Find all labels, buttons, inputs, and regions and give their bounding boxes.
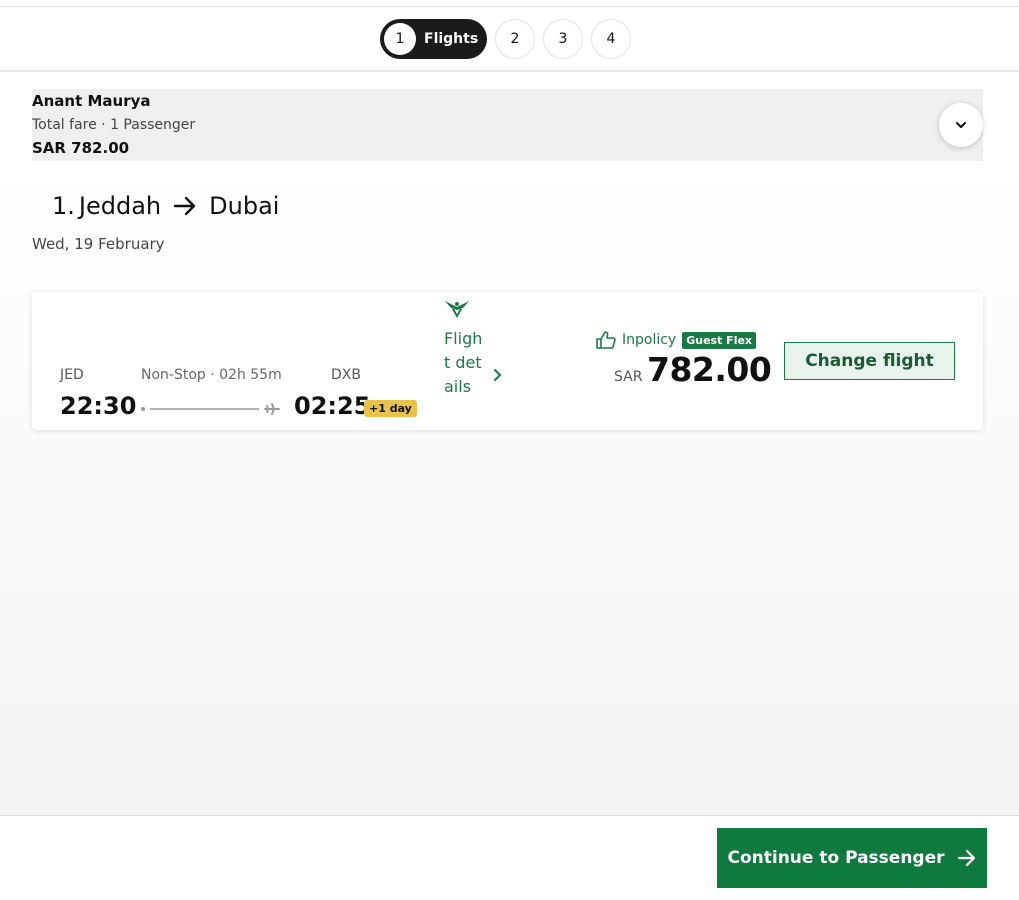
flight-card: JED 22:30 Non-Stop · 02h 55m DXB 02:25 +… (32, 292, 983, 430)
arrival-code: DXB (331, 367, 361, 383)
step-3[interactable]: 3 (543, 19, 583, 59)
continue-button[interactable]: Continue to Passenger (717, 828, 987, 888)
steps: 1 Flights 2 3 4 (380, 19, 639, 59)
flight-price: 782.00 (647, 350, 772, 389)
policy-indicator: Inpolicy Guest Flex (596, 331, 757, 349)
thumbs-up-icon (596, 331, 616, 349)
step-progress-bar: 1 Flights 2 3 4 (0, 7, 1019, 72)
total-fare: SAR 782.00 (32, 139, 130, 157)
route-destination: Dubai (209, 192, 280, 220)
flight-details-link[interactable]: Flight details (444, 327, 488, 399)
step-2[interactable]: 2 (495, 19, 535, 59)
fare-summary: Anant Maurya Total fare · 1 Passenger SA… (32, 89, 983, 161)
step-flights[interactable]: 1 Flights (380, 19, 487, 59)
change-flight-button[interactable]: Change flight (784, 342, 955, 380)
arrow-right-icon (173, 195, 197, 217)
chevron-right-icon[interactable] (492, 368, 504, 382)
route-origin: Jeddah (78, 192, 162, 220)
arrow-right-icon (957, 849, 977, 867)
passenger-name: Anant Maurya (32, 92, 151, 110)
continue-label: Continue to Passenger (727, 848, 945, 868)
route-title: 1. Jeddah Dubai (52, 192, 279, 220)
chevron-down-icon (956, 122, 966, 128)
fare-label: Total fare · 1 Passenger (32, 117, 196, 133)
flight-date: Wed, 19 February (32, 235, 165, 253)
departure-time: 22:30 (60, 392, 137, 420)
airline-logo-icon (445, 301, 469, 318)
next-day-badge: +1 day (364, 400, 417, 417)
fare-type-badge: Guest Flex (682, 331, 757, 349)
step-4[interactable]: 4 (591, 19, 631, 59)
policy-label: Inpolicy (622, 332, 677, 348)
step-number: 1 (384, 23, 416, 55)
flight-path-icon (141, 403, 280, 415)
expand-summary-button[interactable] (939, 103, 983, 147)
step-label: Flights (424, 31, 479, 47)
departure-code: JED (60, 367, 84, 383)
route-prefix: 1. (52, 192, 75, 220)
arrival-time: 02:25 (294, 392, 371, 420)
price-currency: SAR (614, 369, 643, 385)
stops-duration: Non-Stop · 02h 55m (141, 367, 282, 383)
